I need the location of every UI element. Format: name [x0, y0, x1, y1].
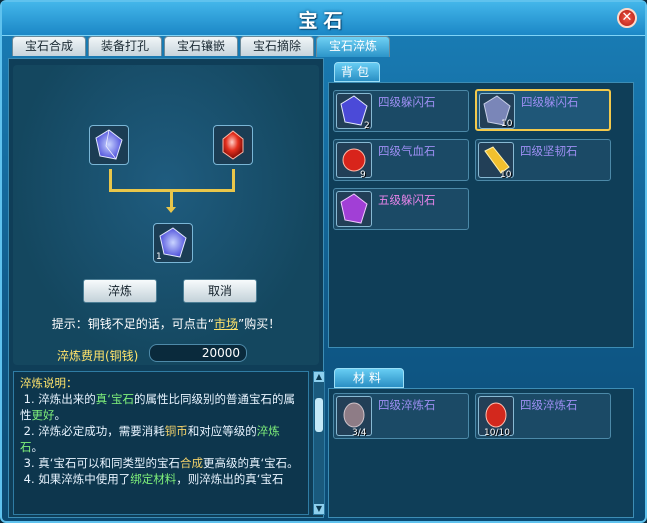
- material-name: 四级淬炼石: [520, 398, 578, 412]
- tab-gem-inlay[interactable]: 宝石镶嵌: [164, 36, 238, 56]
- backpack-tab[interactable]: 背包: [334, 62, 380, 82]
- material-item[interactable]: 四级淬炼石 10/10: [475, 393, 611, 439]
- item-count: 10: [501, 119, 513, 129]
- material-count: 3/4: [352, 428, 367, 438]
- description-line-4: 4. 如果淬炼中使用了绑定材料，则淬炼出的真‘宝石: [23, 472, 284, 486]
- backpack-item[interactable]: 五级躲闪石: [333, 188, 469, 230]
- item-count: 10: [500, 170, 512, 180]
- backpack-item[interactable]: 四级躲闪石 2: [333, 90, 469, 132]
- backpack-item[interactable]: 四级气血石 9: [333, 139, 469, 181]
- backpack-item-selected[interactable]: 四级躲闪石 10: [475, 89, 611, 131]
- refine-button[interactable]: 淬炼: [83, 279, 157, 303]
- connector-right: [232, 169, 235, 191]
- material-name: 四级淬炼石: [378, 398, 436, 412]
- item-name: 四级躲闪石: [521, 95, 579, 109]
- description-heading: 淬炼说明：: [20, 376, 78, 390]
- material-count: 10/10: [484, 428, 510, 438]
- title-bar: 宝石 ✕: [2, 2, 645, 36]
- description-line-1: 1. 淬炼出来的真‘宝石的属性比同级别的普通宝石的属性更好。: [20, 392, 295, 422]
- description-scrollbar[interactable]: ▲ ▼: [313, 371, 325, 515]
- tab-bar: 宝石合成 装备打孔 宝石镶嵌 宝石摘除 宝石淬炼: [12, 36, 390, 58]
- input-gem-slot-left[interactable]: [89, 125, 129, 165]
- arrow-down-icon: [166, 207, 176, 213]
- item-name: 五级躲闪石: [378, 193, 436, 207]
- tab-gem-combine[interactable]: 宝石合成: [12, 36, 86, 56]
- close-button[interactable]: ✕: [617, 8, 637, 28]
- material-item[interactable]: 四级淬炼石 3/4: [333, 393, 469, 439]
- cost-label: 淬炼费用(铜钱): [57, 349, 139, 363]
- description-line-2: 2. 淬炼必定成功，需要消耗铜币和对应等级的淬炼石。: [20, 424, 280, 454]
- blue-gem-icon: [95, 129, 123, 160]
- purple-gem-icon: [336, 191, 372, 227]
- item-name: 四级气血石: [378, 144, 436, 158]
- item-name: 四级坚韧石: [520, 144, 578, 158]
- red-gem-icon: [222, 130, 244, 160]
- backpack-item[interactable]: 四级坚韧石 10: [475, 139, 611, 181]
- tab-gem-refine[interactable]: 宝石淬炼: [316, 36, 390, 57]
- hint-text: 提示：铜钱不足的话，可点击“市场”购买！: [13, 315, 319, 332]
- hint-prefix: 提示：铜钱不足的话，可点击“: [51, 317, 214, 331]
- hint-suffix: ”购买！: [238, 317, 281, 331]
- window-title: 宝石: [298, 10, 349, 32]
- result-gem-slot[interactable]: 1: [153, 223, 193, 263]
- refine-panel: 1 淬炼 取消 提示：铜钱不足的话，可点击“市场”购买！ 淬炼费用(铜钱) 20…: [8, 58, 325, 518]
- result-count: 1: [156, 252, 162, 262]
- market-link[interactable]: 市场: [214, 317, 238, 331]
- connector-down: [170, 189, 173, 209]
- connector-left: [109, 169, 112, 191]
- gem-window: 宝石 ✕ 宝石合成 装备打孔 宝石镶嵌 宝石摘除 宝石淬炼 1 淬炼 取消 提示…: [0, 0, 647, 523]
- refine-description: 淬炼说明： 1. 淬炼出来的真‘宝石的属性比同级别的普通宝石的属性更好。 2. …: [13, 371, 309, 515]
- item-name: 四级躲闪石: [378, 95, 436, 109]
- tab-equip-punch[interactable]: 装备打孔: [88, 36, 162, 56]
- red-gem-icon: [336, 142, 372, 178]
- cost-value: 20000: [149, 344, 247, 362]
- item-count: 9: [360, 170, 366, 180]
- backpack-panel: 四级躲闪石 2 四级躲闪石 10 四级气血石 9 四级坚韧石 10 五级躲闪石: [328, 82, 634, 348]
- item-count: 2: [364, 121, 370, 131]
- input-gem-slot-right[interactable]: [213, 125, 253, 165]
- description-line-3: 3. 真‘宝石可以和同类型的宝石合成更高级的真‘宝石。: [23, 456, 299, 470]
- tab-gem-remove[interactable]: 宝石摘除: [240, 36, 314, 56]
- scroll-up-icon[interactable]: ▲: [314, 372, 324, 382]
- scroll-down-icon[interactable]: ▼: [314, 504, 324, 514]
- materials-tab[interactable]: 材料: [334, 368, 404, 388]
- scroll-thumb[interactable]: [315, 398, 323, 432]
- materials-panel: 四级淬炼石 3/4 四级淬炼石 10/10: [328, 388, 634, 518]
- cancel-button[interactable]: 取消: [183, 279, 257, 303]
- refine-workspace: 1 淬炼 取消 提示：铜钱不足的话，可点击“市场”购买！ 淬炼费用(铜钱) 20…: [13, 65, 319, 365]
